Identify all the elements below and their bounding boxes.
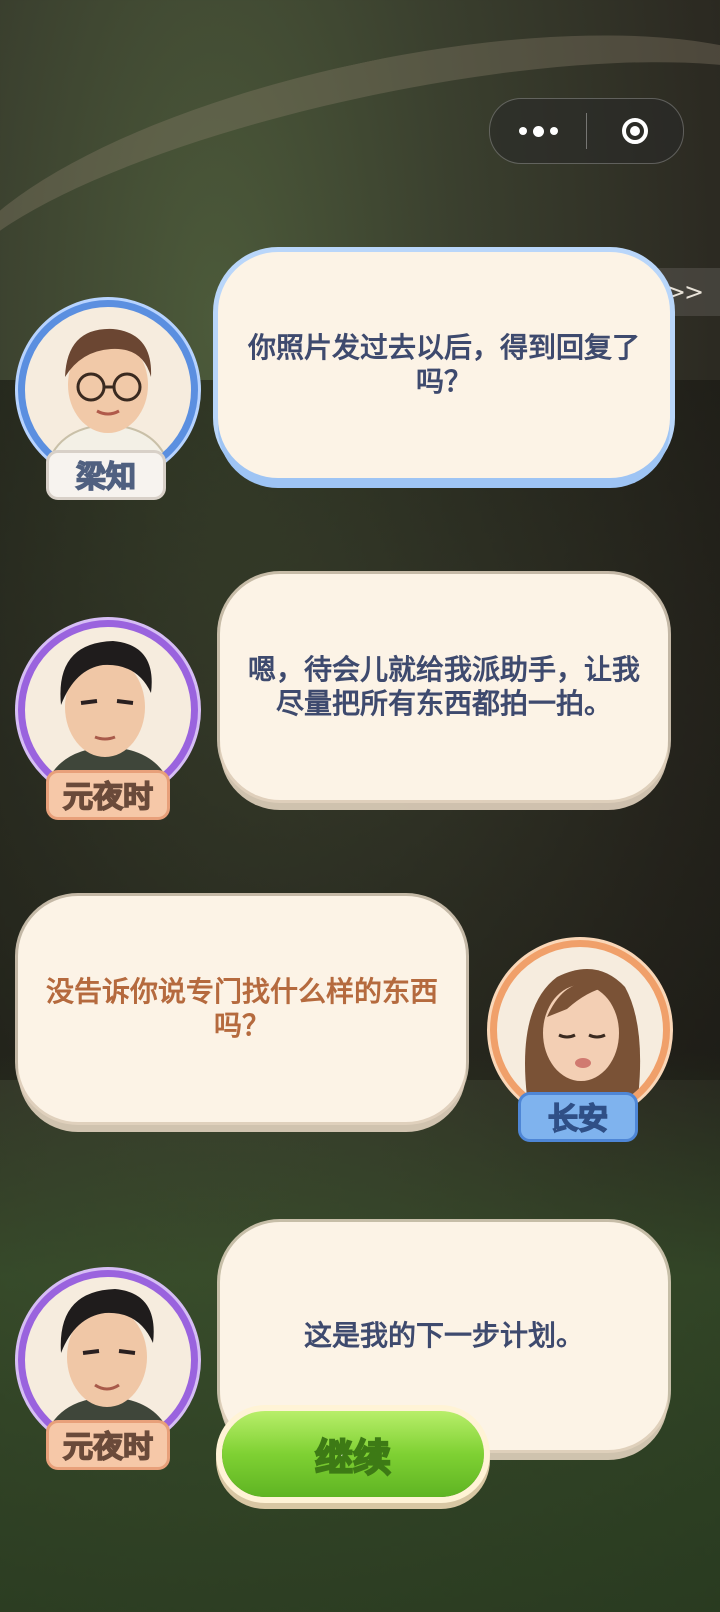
dialog-text: 没告诉你说专门找什么样的东西吗？ bbox=[45, 975, 438, 1042]
speaker-nameplate: 长安 bbox=[518, 1092, 638, 1142]
more-dots-icon[interactable] bbox=[490, 99, 586, 163]
miniprogram-capsule bbox=[489, 98, 684, 164]
dialog-text: 你照片发过去以后，得到回复了吗？ bbox=[248, 331, 641, 398]
speaker-nameplate: 元夜时 bbox=[46, 770, 170, 820]
speaker-nameplate: 梁知 bbox=[46, 450, 166, 500]
speech-bubble[interactable]: 嗯，待会儿就给我派助手，让我尽量把所有东西都拍一拍。 bbox=[220, 574, 668, 800]
dialog-text: 这是我的下一步计划。 bbox=[303, 1319, 584, 1352]
dialog-text: 嗯，待会儿就给我派助手，让我尽量把所有东西都拍一拍。 bbox=[247, 653, 640, 720]
speech-bubble[interactable]: 你照片发过去以后，得到回复了吗？ bbox=[218, 252, 670, 478]
target-circle-icon[interactable] bbox=[587, 99, 683, 163]
continue-button[interactable]: 继续 bbox=[222, 1411, 484, 1497]
speech-bubble[interactable]: 没告诉你说专门找什么样的东西吗？ bbox=[18, 896, 466, 1122]
speaker-nameplate: 元夜时 bbox=[46, 1420, 170, 1470]
